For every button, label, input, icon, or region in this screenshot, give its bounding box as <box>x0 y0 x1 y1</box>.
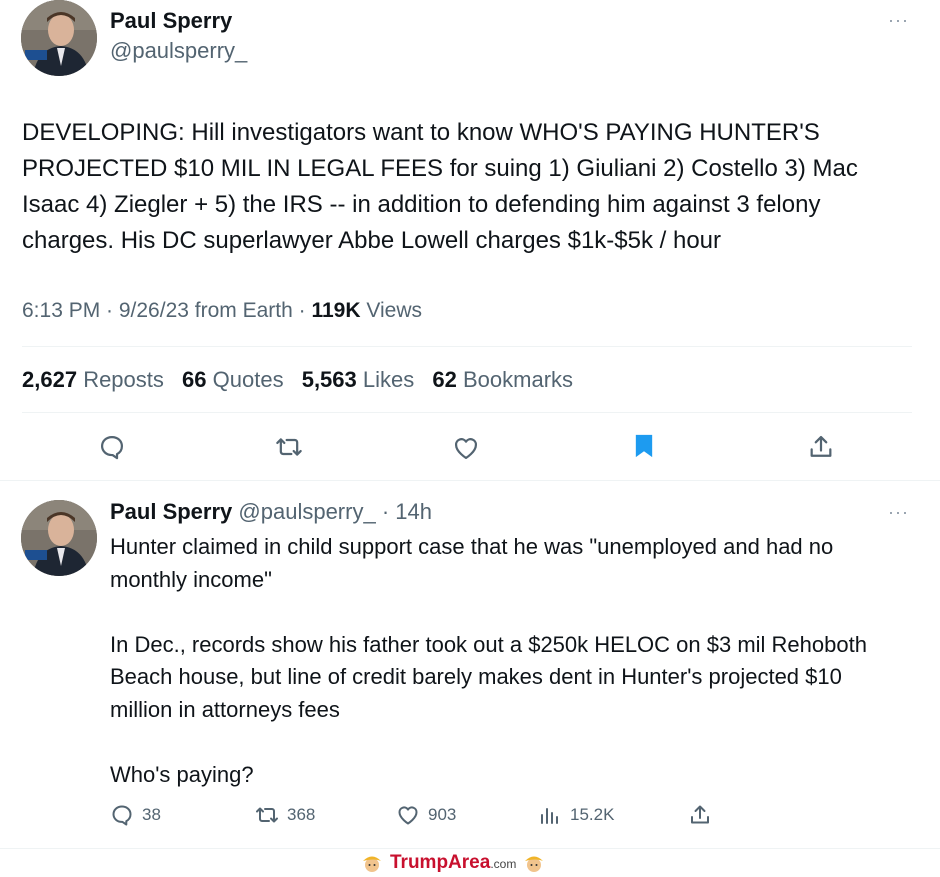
mascot-icon <box>363 856 381 872</box>
tweet-meta: 6:13 PM · 9/26/23 from Earth · 119K View… <box>22 299 422 323</box>
share-icon[interactable] <box>688 803 712 827</box>
reply-icon <box>112 805 132 826</box>
reply-icon[interactable] <box>98 433 126 461</box>
watermark-brand: TrumpArea.com <box>390 852 517 873</box>
author-name[interactable]: Paul Sperry <box>110 8 232 34</box>
reply-author-avatar[interactable] <box>21 500 97 576</box>
views-icon <box>541 808 558 824</box>
more-dots-icon[interactable]: ··· <box>888 10 909 31</box>
reply-more-dots-icon[interactable]: ··· <box>888 502 909 523</box>
repost-icon <box>256 807 278 823</box>
reply-author-name[interactable]: Paul Sperry <box>110 499 232 524</box>
like-count: 903 <box>428 805 457 824</box>
reply-likes-action[interactable]: 903 <box>396 803 456 827</box>
reply-reposts-action[interactable]: 368 <box>255 803 315 827</box>
views-count: 15.2K <box>570 805 615 824</box>
reply-text: Hunter claimed in child support case tha… <box>110 534 867 787</box>
like-icon <box>398 806 418 825</box>
divider <box>22 346 912 347</box>
tweet-timestamp[interactable]: 6:13 PM · 9/26/23 from Earth · <box>22 299 306 322</box>
repost-count: 368 <box>287 805 316 824</box>
reply-header: Paul Sperry @paulsperry_ · 14h <box>110 499 432 525</box>
share-icon[interactable] <box>807 433 835 461</box>
reply-views-action[interactable]: 15.2K <box>538 803 614 827</box>
reposts-stat[interactable]: 2,627 Reposts <box>22 367 164 392</box>
bookmarks-stat[interactable]: 62 Bookmarks <box>432 367 573 392</box>
tweet-text: DEVELOPING: Hill investigators want to k… <box>22 119 865 254</box>
views-label: Views <box>366 299 422 322</box>
author-handle[interactable]: @paulsperry_ <box>110 38 247 64</box>
reply-count: 38 <box>142 805 161 824</box>
quotes-stat[interactable]: 66 Quotes <box>182 367 284 392</box>
divider <box>0 848 940 849</box>
divider <box>22 412 912 413</box>
reply-time[interactable]: · 14h <box>382 499 432 524</box>
bookmark-icon[interactable] <box>630 432 658 460</box>
author-avatar[interactable] <box>21 0 97 76</box>
reply-replies-action[interactable]: 38 <box>110 803 161 827</box>
mascot-icon <box>525 856 544 872</box>
like-icon[interactable] <box>452 434 480 462</box>
likes-stat[interactable]: 5,563 Likes <box>302 367 415 392</box>
divider <box>0 480 940 481</box>
watermark: TrumpArea.com <box>360 852 546 874</box>
engagement-stats: 2,627 Reposts 66 Quotes 5,563 Likes 62 B… <box>22 367 585 393</box>
reply-author-handle[interactable]: @paulsperry_ <box>238 499 375 524</box>
views-count: 119K <box>311 299 361 322</box>
repost-icon[interactable] <box>275 433 303 461</box>
